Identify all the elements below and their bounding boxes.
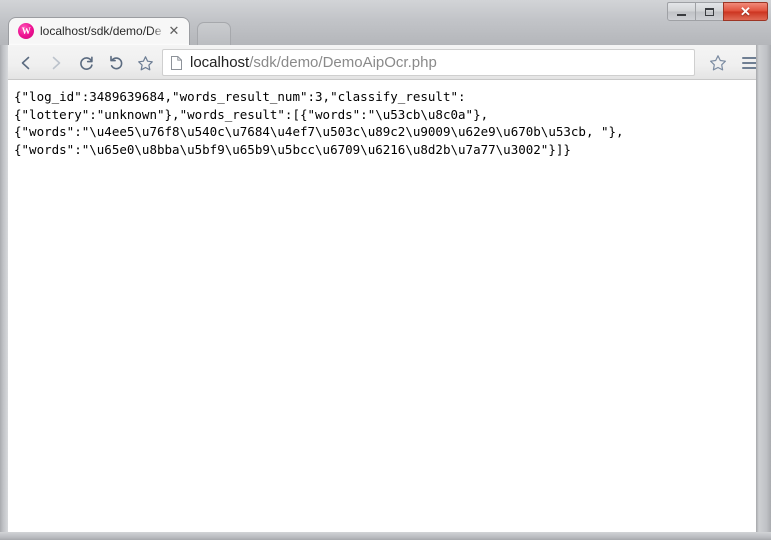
forward-button[interactable] [44,51,68,75]
address-bar[interactable]: localhost/sdk/demo/DemoAipOcr.php [162,49,695,76]
menu-line-1 [741,57,757,59]
window-frame-bottom [0,532,771,540]
title-bar: W localhost/sdk/demo/De ✕ ✕ [0,0,771,45]
reload-icon [79,56,93,70]
bookmark-button[interactable] [706,51,730,75]
wordpress-favicon: W [18,23,34,39]
favicon-glyph: W [21,25,31,36]
star-button[interactable] [133,51,157,75]
new-tab-button[interactable] [197,22,231,45]
json-response-text: {"log_id":3489639684,"words_result_num":… [14,89,624,157]
maximize-icon [705,7,714,16]
page-viewport: {"log_id":3489639684,"words_result_num":… [8,80,756,532]
window-frame-right [756,45,771,540]
document-icon [171,55,182,70]
bookmark-star-icon [710,55,726,71]
close-icon: ✕ [740,4,751,19]
browser-toolbar: localhost/sdk/demo/DemoAipOcr.php [0,45,771,80]
undo-arrow-icon [109,55,122,69]
window-controls: ✕ [667,2,768,21]
browser-window: W localhost/sdk/demo/De ✕ ✕ localhost/sd… [0,0,771,540]
page-content: {"log_id":3489639684,"words_result_num":… [14,88,752,158]
minimize-icon [677,13,686,16]
close-button[interactable]: ✕ [723,2,768,21]
frame-shadow [756,45,759,540]
url-path: /sdk/demo/DemoAipOcr.php [249,53,437,71]
undo-button[interactable] [104,51,128,75]
tab-close-icon[interactable]: ✕ [167,24,181,38]
back-arrow-icon [21,56,30,70]
back-button[interactable] [14,51,38,75]
star-icon [137,55,153,70]
tab-title: localhost/sdk/demo/De [40,23,168,40]
url-host: localhost [190,53,250,71]
reload-button[interactable] [74,51,98,75]
maximize-button[interactable] [695,2,724,21]
menu-line-2 [741,62,757,64]
menu-line-3 [741,67,757,69]
window-frame-left [0,45,8,540]
minimize-button[interactable] [667,2,696,21]
url-text: localhost/sdk/demo/DemoAipOcr.php [190,54,437,72]
forward-arrow-icon [52,56,61,70]
browser-tab-active[interactable]: W localhost/sdk/demo/De ✕ [8,17,190,45]
